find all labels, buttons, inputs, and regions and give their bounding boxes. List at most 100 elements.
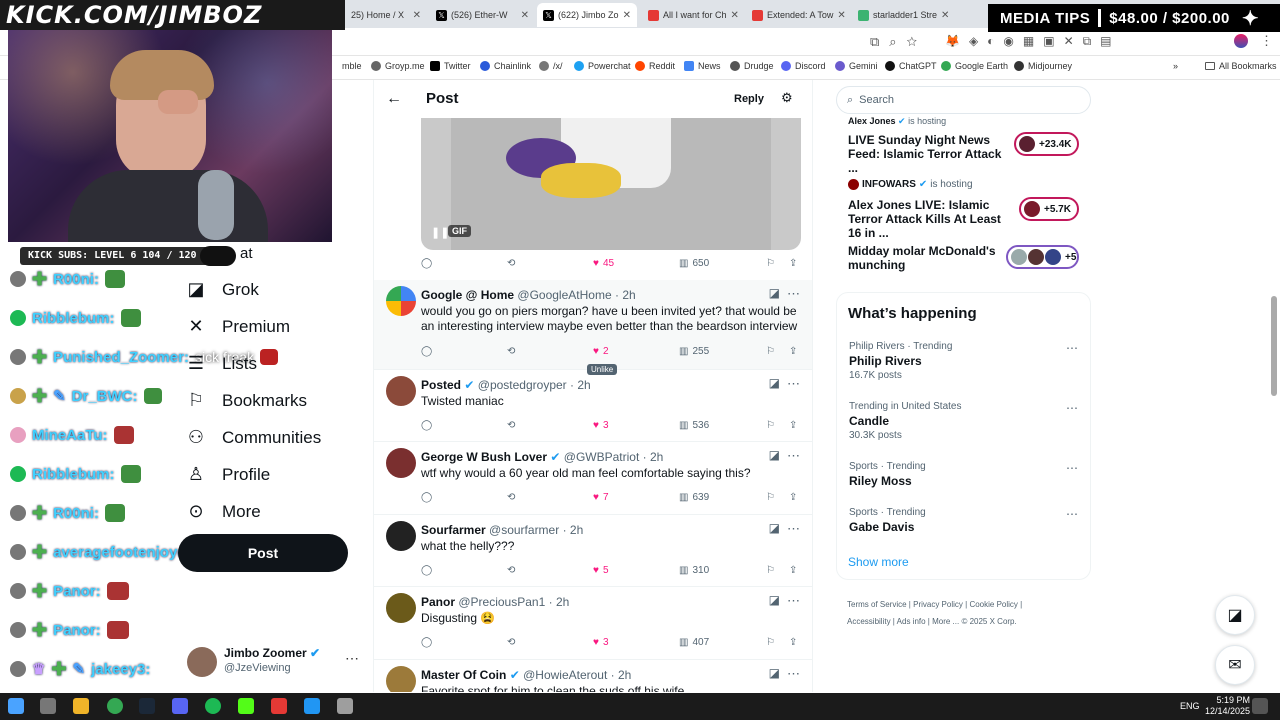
- bookmark-item[interactable]: /x/: [539, 61, 563, 71]
- like-button[interactable]: ♥ 3: [593, 420, 609, 431]
- settings-sliders-icon[interactable]: ⚙: [781, 90, 793, 106]
- more-options-icon[interactable]: ⋯: [787, 593, 800, 609]
- display-name[interactable]: Panor: [421, 595, 455, 609]
- browser-tab[interactable]: Extended: A Tow ✕: [746, 3, 846, 27]
- grok-icon[interactable]: ◪: [769, 286, 780, 300]
- avatar[interactable]: [386, 521, 416, 551]
- app-icon[interactable]: [271, 698, 287, 714]
- bookmark-item[interactable]: Discord: [781, 61, 826, 71]
- account-avatar[interactable]: [187, 647, 217, 677]
- close-icon[interactable]: ✕: [941, 10, 949, 21]
- pause-icon[interactable]: ❚❚: [431, 226, 449, 239]
- reply-tweet[interactable]: Master Of Coin ✔ @HowieAterout · 2h ◪ ⋯ …: [374, 660, 812, 692]
- bookmark-icon[interactable]: ⚐: [766, 637, 775, 648]
- post-button[interactable]: Post: [178, 534, 348, 572]
- account-name[interactable]: Jimbo Zoomer ✔: [224, 646, 320, 660]
- share-icon[interactable]: ⇪: [789, 420, 797, 431]
- footer-link[interactable]: Cookie Policy: [969, 600, 1017, 609]
- share-icon[interactable]: ⇪: [789, 492, 797, 503]
- reply-icon[interactable]: ◯: [421, 637, 432, 648]
- handle[interactable]: @HowieAterout: [523, 668, 607, 682]
- browser-tab[interactable]: 𝕏 (526) Ether-W ✕: [430, 3, 535, 27]
- bookmark-item[interactable]: Twitter: [430, 61, 471, 71]
- share-icon[interactable]: ⇪: [789, 346, 797, 357]
- display-name[interactable]: George W Bush Lover: [421, 450, 547, 464]
- more-options-icon[interactable]: ⋯: [1066, 401, 1078, 415]
- file-explorer-icon[interactable]: [73, 698, 89, 714]
- bookmarks-overflow-icon[interactable]: »: [1173, 61, 1178, 71]
- clock[interactable]: 5:19 PM 12/14/2025: [1205, 695, 1250, 717]
- grok-icon[interactable]: ◪: [769, 521, 780, 535]
- display-name[interactable]: Google @ Home: [421, 288, 514, 302]
- close-icon[interactable]: ✕: [623, 10, 631, 21]
- space-listeners-badge[interactable]: +5: [1006, 245, 1079, 269]
- host-name[interactable]: INFOWARS: [862, 179, 916, 190]
- retweet-icon[interactable]: ⟲: [507, 637, 515, 648]
- reply-tweet[interactable]: George W Bush Lover ✔ @GWBPatriot · 2h ◪…: [374, 442, 812, 515]
- extension-icons[interactable]: 🦊◈◐◉▦▣✕⧉▤: [945, 34, 1121, 49]
- avatar[interactable]: [386, 286, 416, 316]
- reply-tweet[interactable]: Sourfarmer @sourfarmer · 2h ◪ ⋯ what the…: [374, 515, 812, 587]
- timestamp[interactable]: 2h: [650, 450, 663, 464]
- nav-item-bookmarks[interactable]: ⚐ Bookmarks: [186, 390, 307, 411]
- space-title[interactable]: Alex Jones LIVE: Islamic Terror Attack K…: [848, 198, 1013, 240]
- close-icon[interactable]: ✕: [413, 10, 421, 21]
- views-button[interactable]: ▥ 650: [679, 258, 709, 269]
- bookmark-icon[interactable]: ⚐: [766, 258, 775, 269]
- trend-item[interactable]: Sports · Trending Gabe Davis: [849, 507, 926, 536]
- bookmark-item[interactable]: Midjourney: [1014, 61, 1072, 71]
- handle[interactable]: @postedgroyper: [478, 378, 567, 392]
- grok-icon[interactable]: ◪: [769, 376, 780, 390]
- browser-tab-active[interactable]: 𝕏 (622) Jimbo Zo ✕: [537, 3, 637, 27]
- reply-icon[interactable]: ◯: [421, 258, 432, 269]
- bookmark-icon[interactable]: ⚐: [766, 420, 775, 431]
- share-icon[interactable]: ⇪: [789, 637, 797, 648]
- browser-menu-icon[interactable]: ⋮: [1260, 33, 1273, 49]
- reply-tweet[interactable]: Panor @PreciousPan1 · 2h ◪ ⋯ Disgusting …: [374, 587, 812, 660]
- avatar[interactable]: [386, 593, 416, 623]
- reply-tweet[interactable]: Google @ Home @GoogleAtHome · 2h ◪ ⋯ wou…: [374, 280, 812, 375]
- task-view-icon[interactable]: [40, 698, 56, 714]
- display-name[interactable]: Master Of Coin: [421, 668, 506, 682]
- grok-icon[interactable]: ◪: [769, 448, 780, 462]
- messages-fab-icon[interactable]: ✉: [1215, 645, 1255, 685]
- space-title[interactable]: LIVE Sunday Night News Feed: Islamic Ter…: [848, 133, 1008, 175]
- close-icon[interactable]: ✕: [837, 10, 845, 21]
- windows-start-icon[interactable]: [8, 698, 24, 714]
- reply-icon[interactable]: ◯: [421, 420, 432, 431]
- trend-item[interactable]: Philip Rivers · Trending Philip Rivers 16.…: [849, 341, 952, 381]
- trend-item[interactable]: Trending in United States Candle 30.3K pos…: [849, 401, 961, 441]
- nav-item-premium[interactable]: ✕ Premium: [186, 316, 290, 337]
- timestamp[interactable]: 2h: [618, 668, 631, 682]
- display-name[interactable]: Sourfarmer: [421, 523, 486, 537]
- more-options-icon[interactable]: ⋯: [1066, 461, 1078, 475]
- bookmark-icon[interactable]: ⚐: [766, 492, 775, 503]
- space-title[interactable]: Midday molar McDonald's munching: [848, 244, 998, 272]
- bookmark-item[interactable]: Groyp.me: [371, 61, 425, 71]
- search-input[interactable]: ⌕ Search: [836, 86, 1091, 114]
- share-icon[interactable]: ⇪: [789, 258, 797, 269]
- avatar[interactable]: [386, 448, 416, 478]
- discord-icon[interactable]: [172, 698, 188, 714]
- footer-link[interactable]: Terms of Service: [847, 600, 907, 609]
- like-button[interactable]: ♥ 7: [593, 492, 609, 503]
- space-listeners-badge[interactable]: +23.4K: [1014, 132, 1079, 156]
- chrome-icon[interactable]: [107, 698, 123, 714]
- retweet-icon[interactable]: ⟲: [507, 420, 515, 431]
- bookmark-item[interactable]: News: [684, 61, 721, 71]
- host-name[interactable]: Alex Jones: [848, 116, 896, 126]
- scrollbar[interactable]: [1271, 296, 1277, 396]
- language-indicator[interactable]: ENG: [1180, 701, 1200, 711]
- steam-icon[interactable]: [139, 698, 155, 714]
- footer-link[interactable]: Accessibility: [847, 617, 891, 626]
- views-button[interactable]: ▥ 639: [679, 492, 709, 503]
- reply-icon[interactable]: ◯: [421, 346, 432, 357]
- bookmark-item[interactable]: Powerchat: [574, 61, 631, 71]
- share-icon[interactable]: ⇪: [789, 565, 797, 576]
- bookmark-item[interactable]: Google Earth: [941, 61, 1008, 71]
- more-options-icon[interactable]: ⋯: [1066, 507, 1078, 521]
- spotify-icon[interactable]: [205, 698, 221, 714]
- views-button[interactable]: ▥ 536: [679, 420, 709, 431]
- avatar[interactable]: [386, 666, 416, 692]
- handle[interactable]: @GoogleAtHome: [517, 288, 611, 302]
